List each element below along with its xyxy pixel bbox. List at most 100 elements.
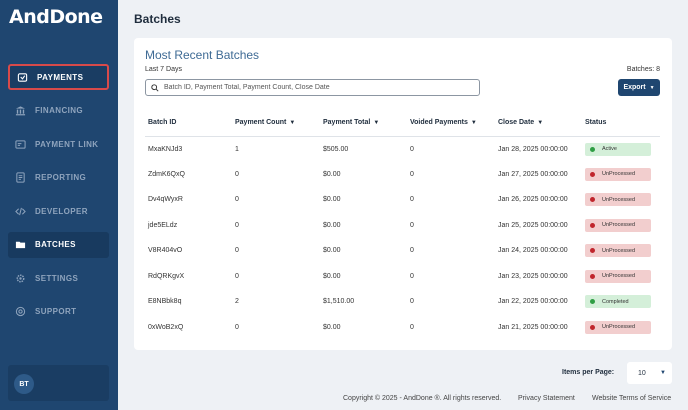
items-per-page-select[interactable]: 10 ▼ xyxy=(627,362,672,384)
payments-icon xyxy=(16,71,28,83)
payment-total-cell: $0.00 xyxy=(323,221,341,229)
sidebar: AndDone PAYMENTS FINANCING PAYMENT LINK … xyxy=(0,0,118,410)
sidebar-item-reporting[interactable]: REPORTING xyxy=(8,165,109,191)
status-label: UnProcessed xyxy=(602,273,636,280)
table-row[interactable]: MxaKNJd3 1 $505.00 0 Jan 28, 2025 00:00:00 Ac… xyxy=(145,136,660,162)
column-header-close-date[interactable]: Close Date ▼ xyxy=(495,110,582,137)
status-label: UnProcessed xyxy=(602,222,636,229)
table-row[interactable]: V8R404vO 0 $0.00 0 Jan 24, 2025 00:00:00 UnPr… xyxy=(145,238,660,264)
payment-count-cell: 0 xyxy=(235,170,239,178)
sidebar-item-financing[interactable]: FINANCING xyxy=(8,98,109,124)
sidebar-item-batches[interactable]: BATCHES xyxy=(8,231,109,258)
batch-id-cell: jde5ELdz xyxy=(148,221,178,229)
sidebar-item-label: REPORTING xyxy=(35,173,87,182)
payment-count-cell: 1 xyxy=(235,145,239,153)
brand-logo[interactable]: AndDone xyxy=(9,6,103,28)
close-date-cell: Jan 26, 2025 00:00:00 xyxy=(498,196,568,204)
payment-count-cell: 0 xyxy=(235,272,239,280)
batches-icon xyxy=(14,239,26,251)
sort-icon[interactable]: ▼ xyxy=(373,120,379,126)
terms-link[interactable]: Website Terms of Service xyxy=(592,395,671,402)
status-dot-icon xyxy=(590,273,595,279)
status-badge: UnProcessed xyxy=(585,167,651,181)
status-dot-icon xyxy=(590,146,595,152)
status-dot-icon xyxy=(590,222,595,228)
status-label: UnProcessed xyxy=(602,324,636,331)
status-badge: UnProcessed xyxy=(585,193,651,207)
batches-table: Batch ID Payment Count ▼ Payment Total ▼ V… xyxy=(145,110,660,340)
privacy-link[interactable]: Privacy Statement xyxy=(518,395,575,402)
sidebar-item-payments[interactable]: PAYMENTS xyxy=(8,64,109,90)
support-icon xyxy=(14,306,26,318)
batch-id-cell: 0xWoB2xQ xyxy=(148,323,184,331)
close-date-cell: Jan 23, 2025 00:00:00 xyxy=(498,272,568,280)
column-header-voided-payments[interactable]: Voided Payments ▼ xyxy=(407,110,495,137)
status-cell: UnProcessed xyxy=(582,315,660,341)
status-label: UnProcessed xyxy=(602,247,636,254)
status-dot-icon xyxy=(590,299,595,305)
search-box[interactable] xyxy=(145,79,480,96)
status-badge: UnProcessed xyxy=(585,320,651,334)
status-cell: UnProcessed xyxy=(582,187,660,213)
column-header-payment-total[interactable]: Payment Total ▼ xyxy=(320,110,407,137)
status-badge: Active xyxy=(585,142,651,156)
batch-id-cell: MxaKNJd3 xyxy=(148,145,183,153)
table-row[interactable]: E8NBbk8q 2 $1,510.00 0 Jan 22, 2025 00:00:00… xyxy=(145,289,660,315)
table-row[interactable]: Dv4qWyxR 0 $0.00 0 Jan 26, 2025 00:00:00 UnPr… xyxy=(145,187,660,213)
column-header-batch-id: Batch ID xyxy=(145,110,232,137)
sidebar-item-payment-link[interactable]: PAYMENT LINK xyxy=(8,131,109,157)
payment-total-cell: $0.00 xyxy=(323,323,341,331)
date-range-label: Last 7 Days xyxy=(145,66,182,73)
export-button[interactable]: Export ▼ xyxy=(618,79,660,96)
status-cell: UnProcessed xyxy=(582,264,660,290)
sort-icon[interactable]: ▼ xyxy=(537,120,543,126)
column-header-status: Status xyxy=(582,110,660,137)
status-label: UnProcessed xyxy=(602,196,636,203)
sidebar-item-label: SUPPORT xyxy=(35,307,77,316)
items-per-page-label: Items per Page: xyxy=(562,369,615,376)
voided-payments-cell: 0 xyxy=(410,170,414,178)
table-row[interactable]: jde5ELdz 0 $0.00 0 Jan 25, 2025 00:00:00 UnPr… xyxy=(145,213,660,239)
sidebar-item-label: PAYMENTS xyxy=(37,72,84,82)
close-date-cell: Jan 25, 2025 00:00:00 xyxy=(498,221,568,229)
status-dot-icon xyxy=(590,324,595,330)
avatar[interactable]: BT xyxy=(14,374,34,394)
column-header-payment-count[interactable]: Payment Count ▼ xyxy=(232,110,320,137)
copyright-text: Copyright © 2025 - AndDone ®. All rights… xyxy=(343,395,502,402)
status-dot-icon xyxy=(590,197,595,203)
sort-icon[interactable]: ▼ xyxy=(471,120,477,126)
status-badge: UnProcessed xyxy=(585,218,651,232)
status-badge: UnProcessed xyxy=(585,269,651,283)
payment-total-cell: $0.00 xyxy=(323,247,341,255)
payment-count-cell: 0 xyxy=(235,221,239,229)
sidebar-item-developer[interactable]: DEVELOPER xyxy=(8,198,109,224)
sidebar-item-settings[interactable]: SETTINGS xyxy=(8,265,109,291)
status-label: UnProcessed xyxy=(602,171,636,178)
items-per-page-value: 10 xyxy=(638,369,646,377)
user-menu[interactable]: BT xyxy=(8,365,109,401)
table-row[interactable]: RdQRKgvX 0 $0.00 0 Jan 23, 2025 00:00:00 UnPr… xyxy=(145,264,660,290)
table-row[interactable]: ZdmK6QxQ 0 $0.00 0 Jan 27, 2025 00:00:00 UnPr… xyxy=(145,162,660,188)
close-date-cell: Jan 21, 2025 00:00:00 xyxy=(498,323,568,331)
table-row[interactable]: 0xWoB2xQ 0 $0.00 0 Jan 21, 2025 00:00:00 UnPr… xyxy=(145,315,660,341)
chevron-down-icon: ▼ xyxy=(649,84,655,91)
status-badge: Completed xyxy=(585,295,651,309)
batch-id-cell: V8R404vO xyxy=(148,247,183,255)
status-badge: UnProcessed xyxy=(585,244,651,258)
link-icon xyxy=(14,138,26,150)
batch-id-cell: Dv4qWyxR xyxy=(148,196,183,204)
sidebar-item-support[interactable]: SUPPORT xyxy=(8,299,109,325)
search-input[interactable] xyxy=(164,84,464,91)
status-cell: UnProcessed xyxy=(582,162,660,188)
batches-card: Most Recent Batches Last 7 Days Batches:… xyxy=(134,38,672,350)
export-label: Export xyxy=(623,84,646,91)
sort-icon[interactable]: ▼ xyxy=(289,120,295,126)
payment-count-cell: 0 xyxy=(235,196,239,204)
status-label: Active xyxy=(602,146,617,152)
chevron-down-icon: ▼ xyxy=(660,370,666,376)
close-date-cell: Jan 28, 2025 00:00:00 xyxy=(498,145,568,153)
voided-payments-cell: 0 xyxy=(410,145,414,153)
voided-payments-cell: 0 xyxy=(410,196,414,204)
sidebar-item-label: BATCHES xyxy=(35,240,76,249)
payment-total-cell: $0.00 xyxy=(323,272,341,280)
